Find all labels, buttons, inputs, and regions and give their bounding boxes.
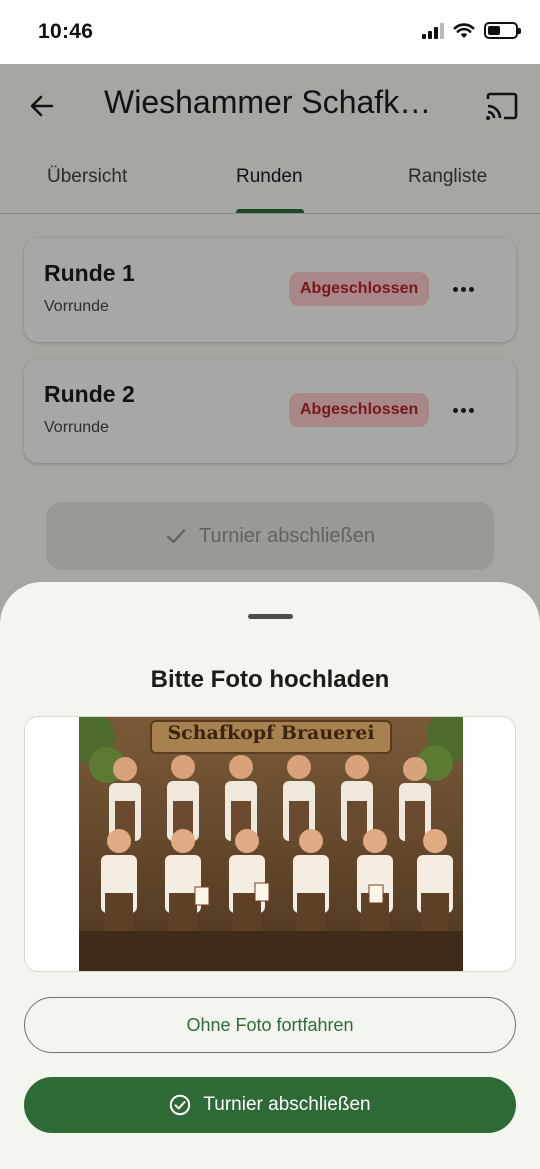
photo-sign-text: Schafkopf Brauerei	[167, 722, 375, 744]
wifi-icon	[453, 23, 475, 38]
battery-icon	[484, 22, 521, 39]
group-photo	[79, 717, 463, 971]
sheet-title: Bitte Foto hochladen	[150, 666, 390, 693]
check-circle-icon	[170, 1094, 191, 1116]
status-icons	[422, 22, 521, 39]
finish-tournament-label: Turnier abschließen	[203, 1094, 371, 1115]
status-bar: 10:46	[0, 0, 540, 64]
status-time: 10:46	[38, 20, 94, 43]
drag-handle[interactable]	[248, 614, 293, 619]
skip-photo-button[interactable]: Ohne Foto fortfahren	[24, 997, 516, 1053]
finish-tournament-button[interactable]: Turnier abschließen	[24, 1077, 516, 1133]
bottom-sheet: Bitte Foto hochladen Schafkopf Brauerei …	[0, 582, 540, 1169]
signal-icon	[422, 22, 444, 39]
photo-upload-area[interactable]: Schafkopf Brauerei	[24, 716, 516, 972]
